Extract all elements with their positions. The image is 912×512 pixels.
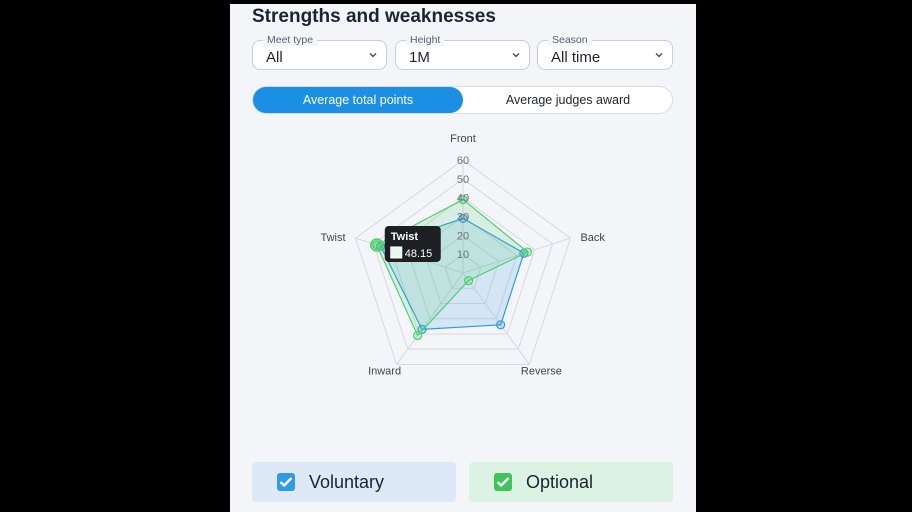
data-point (522, 247, 533, 257)
tick-label: 60 (457, 155, 469, 167)
data-point (463, 276, 474, 286)
tick-label: 50 (457, 174, 469, 186)
strengths-panel: Strengths and weaknesses Meet type All H… (230, 4, 696, 512)
legend-label-voluntary: Voluntary (309, 472, 385, 492)
axis-label-twist: Twist (320, 232, 345, 244)
tab-average-total-points[interactable]: Average total points (253, 87, 463, 113)
page-title: Strengths and weaknesses (252, 6, 496, 27)
season-value: All time (551, 49, 601, 66)
tick-label: 10 (457, 249, 469, 261)
height-label: Height (406, 34, 445, 46)
checkbox-checked-icon (277, 473, 295, 491)
axis-label-reverse: Reverse (521, 365, 562, 377)
radar-chart: 102030405060FrontBackReverseInwardTwist T… (320, 133, 605, 377)
meet-type-value: All (266, 49, 283, 66)
tooltip-swatch (390, 246, 403, 259)
tab-average-judges-award[interactable]: Average judges award (463, 87, 673, 113)
axis-label-back: Back (580, 232, 605, 244)
tick-label: 40 (457, 193, 469, 205)
tooltip-title: Twist (391, 231, 419, 243)
axis-label-inward: Inward (368, 365, 401, 377)
legend-toggle-optional[interactable]: Optional (469, 462, 673, 502)
data-point (413, 330, 423, 341)
season-label: Season (548, 34, 592, 46)
meet-type-label: Meet type (263, 34, 318, 46)
highlighted-point (370, 238, 384, 252)
chevron-down-icon (369, 53, 377, 58)
legend-label-optional: Optional (526, 472, 594, 492)
tooltip: Twist 48.15 (384, 225, 441, 262)
tooltip-value: 48.15 (405, 248, 433, 260)
chevron-down-icon (512, 53, 520, 58)
tick-label: 20 (457, 230, 469, 242)
metric-toggle: Average total points Average judges awar… (252, 86, 673, 114)
checkbox-checked-icon (494, 473, 512, 491)
chevron-down-icon (655, 53, 663, 58)
meet-type-select[interactable]: Meet type All (252, 34, 387, 70)
height-select[interactable]: Height 1M (395, 34, 530, 70)
legend-toggle-voluntary[interactable]: Voluntary (252, 462, 456, 502)
axis-label-front: Front (450, 133, 476, 145)
tick-label: 30 (457, 212, 469, 224)
season-select[interactable]: Season All time (537, 34, 673, 70)
data-point (496, 320, 506, 330)
height-value: 1M (409, 49, 430, 66)
screen: Strengths and weaknesses Meet type All H… (0, 0, 912, 512)
